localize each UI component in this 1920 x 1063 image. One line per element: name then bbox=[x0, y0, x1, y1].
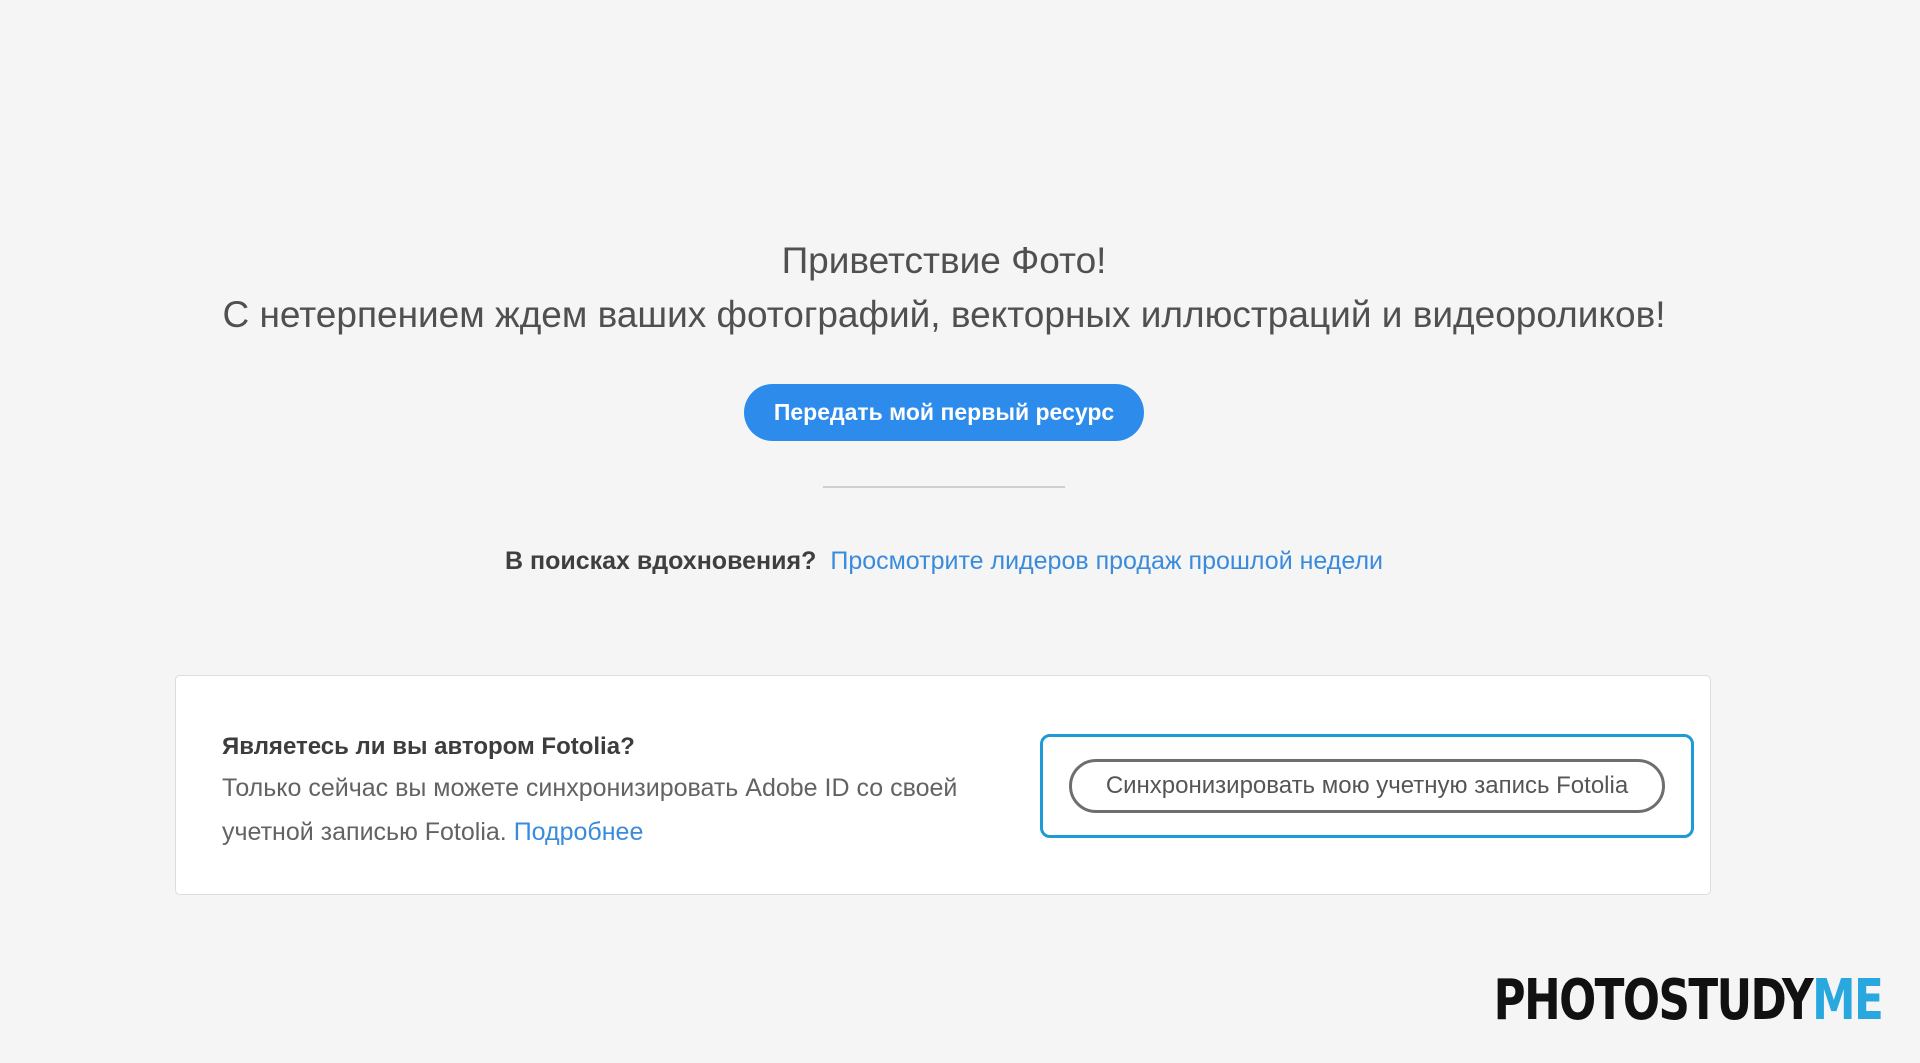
section-divider bbox=[823, 486, 1065, 488]
welcome-line-1: Приветствие Фото! bbox=[781, 240, 1107, 281]
logo-part-me: ME bbox=[1811, 968, 1884, 1033]
welcome-line-2: С нетерпением ждем ваших фотографий, век… bbox=[222, 294, 1666, 335]
inspiration-row: В поисках вдохновения? Просмотрите лидеро… bbox=[0, 544, 1888, 578]
photostudyme-watermark-logo: PHOTOSTUDYME bbox=[1493, 973, 1883, 1029]
welcome-section: Приветствие Фото! С нетерпением ждем ваш… bbox=[0, 234, 1888, 578]
welcome-heading: Приветствие Фото! С нетерпением ждем ваш… bbox=[0, 234, 1888, 342]
best-sellers-link[interactable]: Просмотрите лидеров продаж прошлой недел… bbox=[830, 547, 1383, 575]
fotolia-card-text: Являетесь ли вы автором Fotolia? Только … bbox=[222, 728, 982, 854]
learn-more-link[interactable]: Подробнее bbox=[514, 818, 644, 846]
cta-wrapper: Передать мой первый ресурс bbox=[0, 384, 1888, 441]
fotolia-contributor-card: Являетесь ли вы автором Fotolia? Только … bbox=[175, 675, 1711, 895]
fotolia-card-description: Только сейчас вы можете синхронизировать… bbox=[222, 766, 982, 854]
logo-part-photostudy: PHOTOSTUDY bbox=[1493, 968, 1813, 1033]
sync-button-focus-ring: Синхронизировать мою учетную запись Foto… bbox=[1040, 734, 1694, 838]
submit-first-asset-button[interactable]: Передать мой первый ресурс bbox=[743, 384, 1145, 441]
sync-fotolia-account-button[interactable]: Синхронизировать мою учетную запись Foto… bbox=[1069, 759, 1665, 813]
inspiration-question: В поисках вдохновения? bbox=[505, 547, 817, 575]
fotolia-card-title: Являетесь ли вы автором Fotolia? bbox=[222, 733, 635, 760]
page: Приветствие Фото! С нетерпением ждем ваш… bbox=[0, 0, 1920, 1063]
